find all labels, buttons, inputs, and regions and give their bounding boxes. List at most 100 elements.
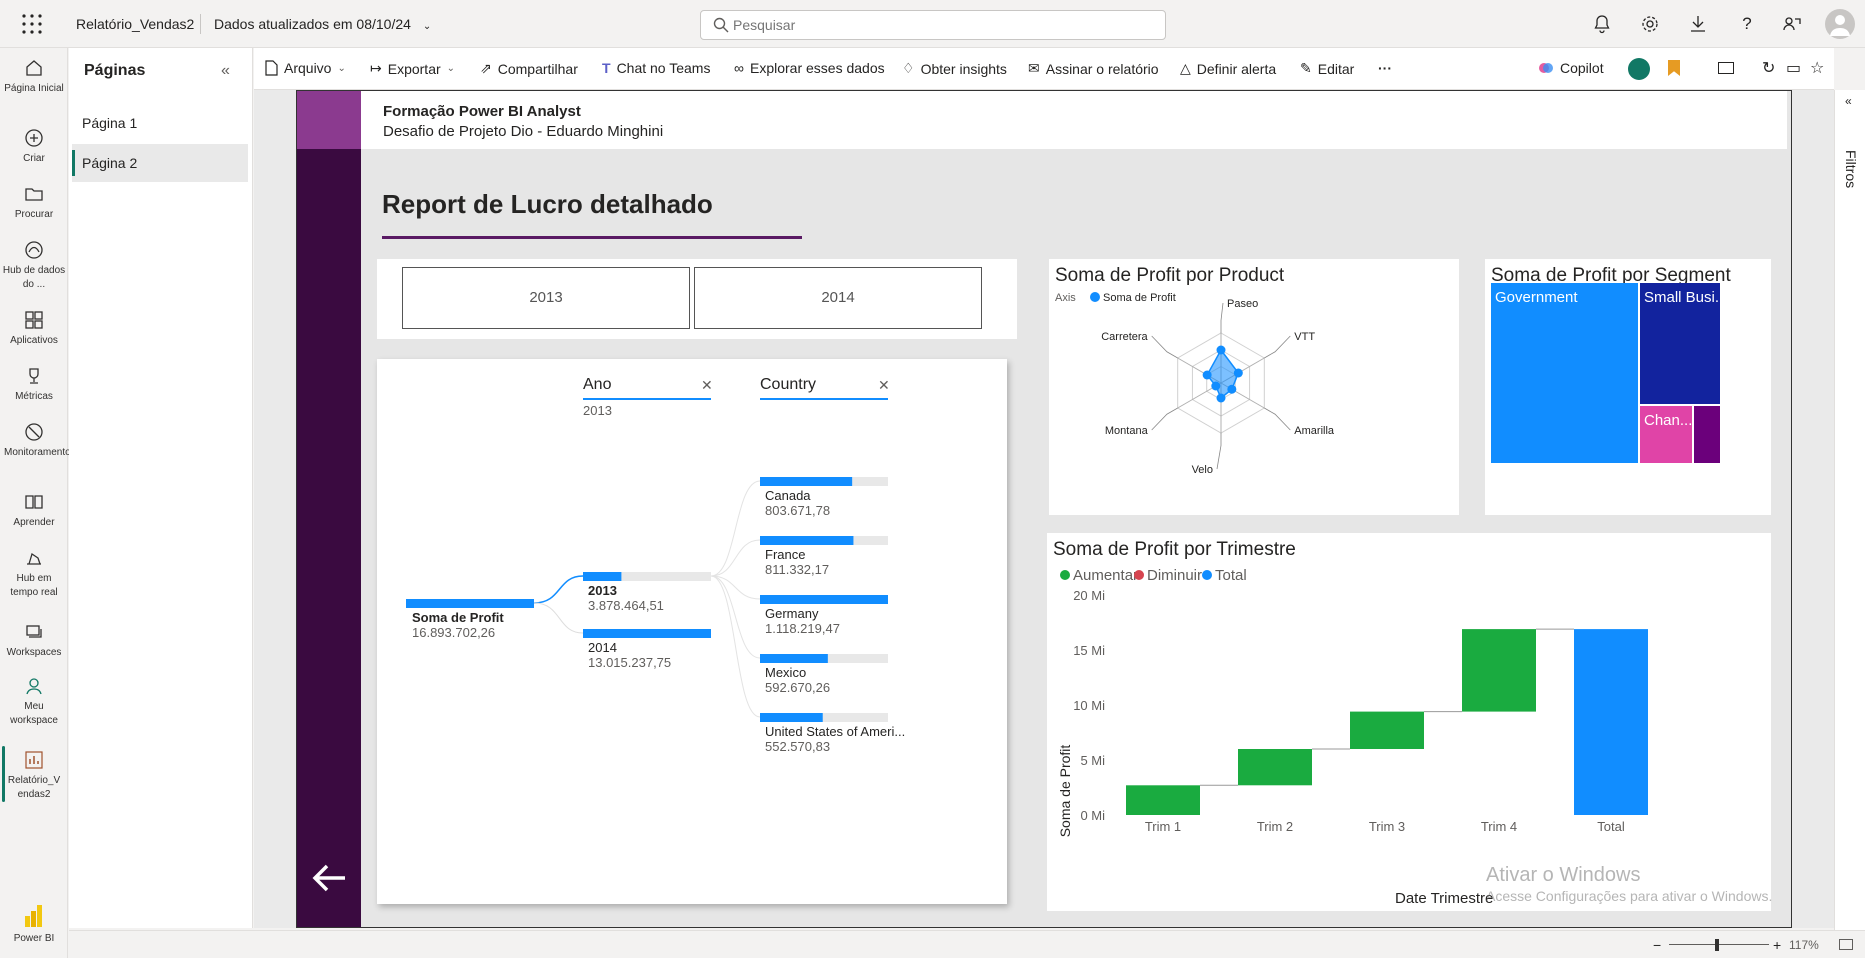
more-options-button[interactable]: ···	[1378, 60, 1392, 76]
page-tab-1[interactable]: Página 1	[72, 104, 248, 142]
set-alert-button[interactable]: △ Definir alerta	[1180, 60, 1276, 77]
year-label: 2014	[588, 640, 617, 655]
country-bar[interactable]	[760, 595, 888, 604]
zoom-out-button[interactable]: −	[1653, 937, 1661, 953]
radar-point[interactable]	[1216, 393, 1226, 403]
data-updated-dropdown[interactable]: Dados atualizados em 08/10/24 ⌄	[214, 16, 431, 32]
waterfall-bar[interactable]	[1462, 629, 1536, 712]
radar-point[interactable]	[1227, 384, 1237, 394]
fit-page-icon[interactable]	[1839, 939, 1853, 950]
gear-icon[interactable]	[1640, 14, 1662, 36]
get-insights-button[interactable]: ♢ Obter insights	[902, 60, 1007, 77]
year-bar[interactable]	[583, 629, 711, 638]
nav-workspaces[interactable]: Workspaces	[0, 622, 68, 660]
comment-icon[interactable]: ▭	[1786, 58, 1801, 78]
copilot-button[interactable]: Copilot	[1538, 60, 1604, 76]
share-people-icon[interactable]	[1782, 14, 1804, 36]
nav-home[interactable]: Página Inicial	[0, 58, 68, 96]
explore-data-button[interactable]: ∞ Explorar esses dados	[734, 60, 885, 76]
slicer-year-2014[interactable]: 2014	[694, 267, 982, 329]
nav-create[interactable]: Criar	[0, 128, 68, 166]
page-tab-2[interactable]: Página 2	[72, 144, 248, 182]
subscribe-button[interactable]: ✉ Assinar o relatório	[1028, 60, 1159, 77]
back-arrow-icon[interactable]	[311, 863, 347, 898]
help-icon[interactable]: ?	[1736, 14, 1758, 36]
root-bar[interactable]	[406, 599, 534, 608]
country-bar[interactable]	[760, 477, 853, 486]
radar-point[interactable]	[1211, 381, 1221, 391]
data-updated-label: Dados atualizados em 08/10/24	[214, 16, 411, 32]
bookmark-icon[interactable]	[1668, 60, 1680, 76]
filters-pane[interactable]: « Filtros	[1834, 90, 1865, 930]
waterfall-bar[interactable]	[1350, 711, 1424, 749]
download-icon[interactable]	[1688, 14, 1710, 36]
export-menu-button[interactable]: ↦ Exportar ⌄	[370, 60, 455, 77]
nav-browse[interactable]: Procurar	[0, 184, 68, 222]
country-bar[interactable]	[760, 654, 828, 663]
teams-chat-button[interactable]: T Chat no Teams	[602, 60, 710, 76]
bell-icon[interactable]	[1592, 14, 1614, 36]
nav-monitoring[interactable]: Monitoramento	[0, 422, 71, 460]
expand-filters-icon[interactable]: «	[1845, 94, 1852, 108]
radar-point[interactable]	[1202, 370, 1212, 380]
app-launcher-icon[interactable]	[20, 12, 44, 36]
country-bar[interactable]	[760, 713, 823, 722]
treemap-label-channel: Chan...	[1644, 412, 1693, 429]
nav-data-hub[interactable]: Hub de dados do ...	[0, 240, 68, 292]
radar-plot: Paseo VTT Amarilla Velo Montana Carretera	[1101, 298, 1335, 476]
radar-point[interactable]	[1216, 345, 1226, 355]
country-bar[interactable]	[760, 536, 854, 545]
search-box[interactable]	[700, 10, 1166, 40]
search-input[interactable]	[733, 17, 1133, 33]
close-icon[interactable]: ✕	[878, 377, 890, 393]
avatar[interactable]	[1825, 9, 1855, 39]
radar-legend-series: Soma de Profit	[1103, 292, 1176, 304]
waterfall-legend: Aumentar Diminuir Total	[1060, 567, 1247, 584]
legend-marker	[1202, 570, 1212, 580]
nav-current-report[interactable]: Relatório_Vendas2	[0, 750, 68, 802]
nav-my-workspace[interactable]: Meu workspace	[0, 676, 68, 728]
nav-workspaces-label: Workspaces	[6, 647, 62, 658]
close-icon[interactable]: ✕	[701, 377, 713, 393]
zoom-in-button[interactable]: +	[1773, 937, 1781, 953]
country-label: United States of Ameri...	[765, 724, 905, 739]
waterfall-bar[interactable]	[1126, 785, 1200, 815]
edit-button[interactable]: ✎ Editar	[1300, 60, 1354, 77]
year-label: 2013	[588, 583, 617, 598]
collapse-pages-icon[interactable]: «	[221, 62, 230, 80]
nav-learn[interactable]: Aprender	[0, 492, 68, 530]
waterfall-bar[interactable]	[1574, 629, 1648, 815]
radar-point[interactable]	[1233, 368, 1243, 378]
country-label: Germany	[765, 606, 819, 621]
waterfall-bar[interactable]	[1238, 749, 1312, 786]
treemap-block-channel[interactable]: Chan...	[1640, 406, 1692, 463]
y-tick-label: 10 Mi	[1073, 698, 1105, 713]
waterfall-axes: 0 Mi 5 Mi 10 Mi 15 Mi 20 Mi	[1073, 588, 1105, 823]
favorite-icon[interactable]: ☆	[1810, 58, 1824, 78]
nav-metrics[interactable]: Métricas	[0, 366, 68, 404]
radar-axis-label: Amarilla	[1294, 425, 1335, 437]
lightbulb-icon: ♢	[902, 60, 915, 76]
report-name[interactable]: Relatório_Vendas2	[76, 16, 194, 32]
decomposition-tree: Ano ✕ 2013 Country ✕ Soma de Profit 16.89…	[377, 359, 1007, 904]
nav-current-report-label: Relatório_Vendas2	[7, 775, 61, 800]
zoom-slider[interactable]	[1669, 944, 1769, 945]
nav-apps[interactable]: Aplicativos	[0, 310, 68, 348]
refresh-icon[interactable]: ↻	[1762, 58, 1775, 78]
radar-label-leader	[1151, 407, 1178, 431]
nav-realtime-hub[interactable]: Hub em tempo real	[0, 548, 68, 600]
treemap-block-small-business[interactable]: Small Busi...	[1640, 283, 1727, 404]
refresh-status-icon[interactable]	[1628, 58, 1650, 80]
year-bar[interactable]	[583, 572, 622, 581]
treemap-block-government[interactable]: Government	[1491, 283, 1638, 463]
zoom-slider-thumb[interactable]	[1715, 939, 1719, 951]
nav-apps-label: Aplicativos	[10, 335, 58, 346]
treemap-block-other[interactable]	[1694, 406, 1720, 463]
power-bi-brand[interactable]: Power BI	[0, 904, 68, 946]
folder-icon	[25, 188, 43, 201]
share-button[interactable]: ⇗ Compartilhar	[480, 60, 578, 77]
view-icon[interactable]	[1718, 62, 1734, 74]
slicer-year-2013[interactable]: 2013	[402, 267, 690, 329]
radar-label-leader	[1216, 433, 1222, 470]
file-menu-button[interactable]: Arquivo ⌄	[264, 60, 346, 76]
